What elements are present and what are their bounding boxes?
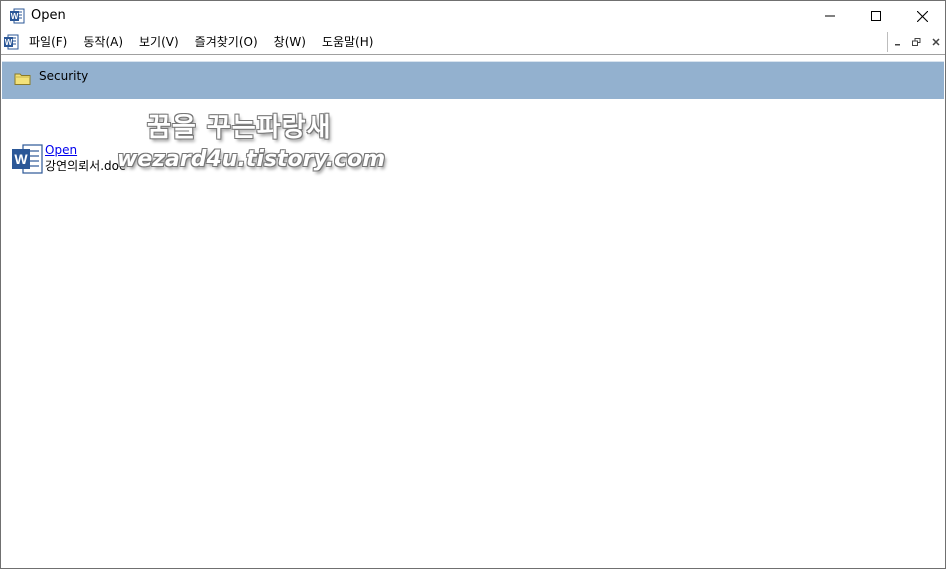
maximize-icon	[871, 11, 881, 21]
menu-view[interactable]: 보기(V)	[131, 31, 187, 53]
menu-items: 파일(F) 동작(A) 보기(V) 즐겨찾기(O) 창(W) 도움말(H)	[21, 31, 381, 53]
folder-header-label: Security	[39, 69, 89, 83]
minimize-button[interactable]	[807, 1, 853, 31]
menu-bar: W 파일(F) 동작(A) 보기(V) 즐겨찾기(O) 창(W) 도움말(H)	[1, 31, 945, 53]
close-icon	[916, 10, 928, 22]
child-window-controls	[887, 32, 945, 52]
menu-help[interactable]: 도움말(H)	[314, 31, 382, 53]
folder-icon	[14, 71, 32, 85]
folder-header: Security	[2, 61, 944, 99]
svg-text:W: W	[11, 12, 19, 21]
child-restore-button[interactable]	[907, 33, 926, 51]
content-pane: Security W Open 강연의뢰서.doc 꿈을 꾸는파랑새 wezar…	[1, 54, 945, 568]
minimize-icon	[894, 44, 900, 46]
restore-icon	[912, 37, 921, 46]
svg-text:W: W	[14, 151, 28, 167]
close-icon	[931, 38, 940, 46]
window-title: Open	[31, 8, 66, 23]
close-button[interactable]	[899, 1, 945, 31]
maximize-button[interactable]	[853, 1, 899, 31]
title-bar[interactable]: W Open	[1, 1, 945, 31]
menu-file[interactable]: 파일(F)	[21, 31, 75, 53]
word-doc-icon[interactable]: W	[11, 144, 43, 174]
menu-window[interactable]: 창(W)	[266, 31, 314, 53]
minimize-icon	[825, 15, 835, 17]
open-link[interactable]: Open	[45, 143, 77, 157]
menu-favorites[interactable]: 즐겨찾기(O)	[187, 31, 266, 53]
menu-action[interactable]: 동작(A)	[75, 31, 131, 53]
child-close-button[interactable]	[926, 33, 945, 51]
file-name-label: 강연의뢰서.doc	[45, 159, 126, 173]
watermark-title: 꿈을 꾸는파랑새	[147, 113, 332, 143]
svg-text:W: W	[5, 38, 13, 47]
child-minimize-button[interactable]	[888, 33, 907, 51]
watermark-url: wezard4u.tistory.com	[117, 147, 386, 172]
word-app-icon: W	[9, 8, 25, 24]
document-system-menu-icon[interactable]: W	[3, 34, 19, 50]
app-window: W Open W 파일(F) 동작(A) 보기(V) 즐겨찾기(O) 창(W) …	[0, 0, 946, 569]
